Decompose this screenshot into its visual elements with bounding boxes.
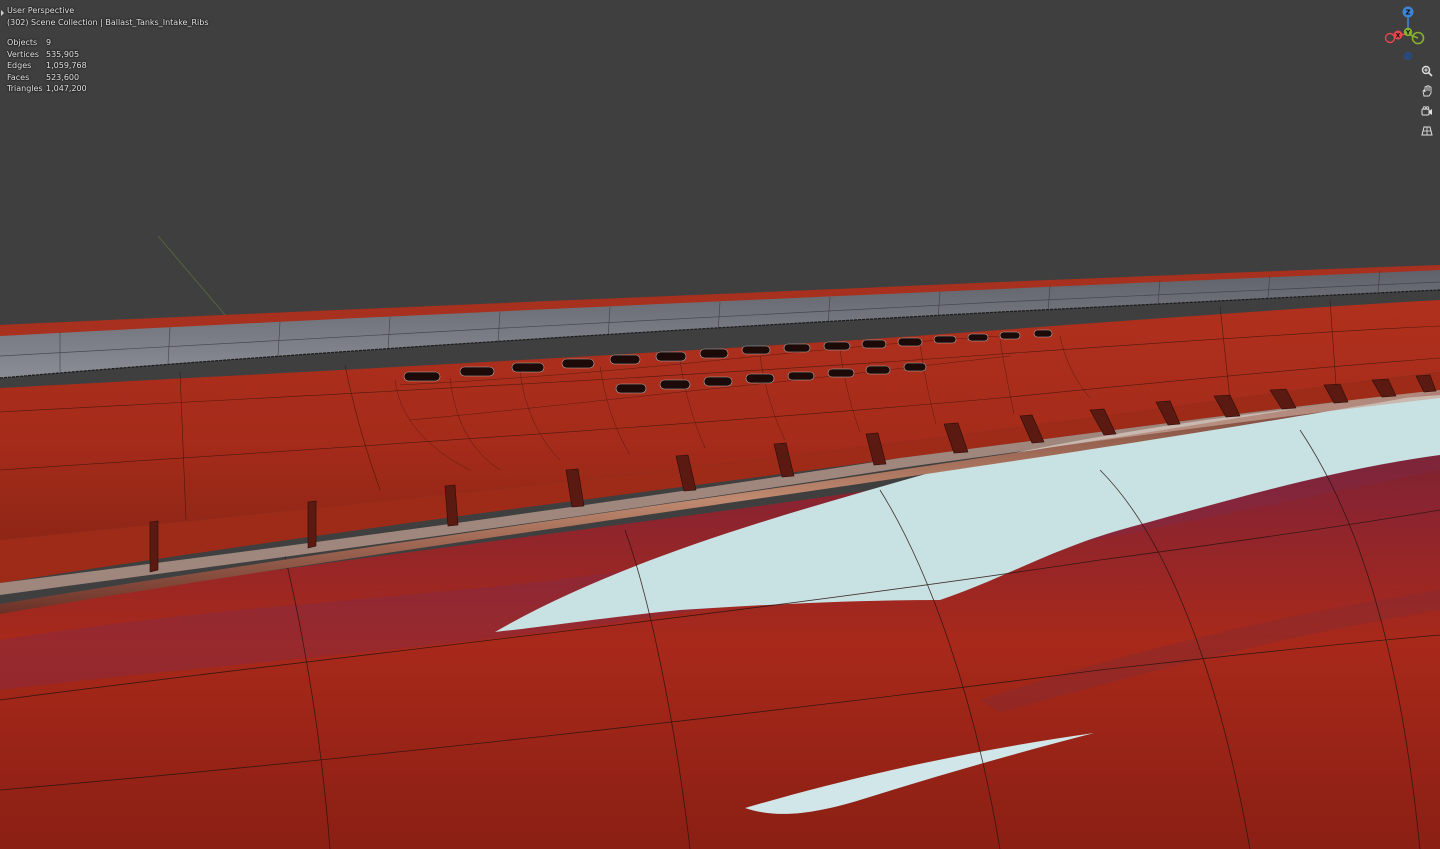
gizmo-y-label: Y (1405, 30, 1411, 37)
stat-label: Edges (7, 61, 32, 70)
3d-viewport[interactable]: User Perspective (302) Scene Collection … (0, 0, 1440, 849)
viewport-info: User Perspective (302) Scene Collection … (7, 5, 208, 28)
stat-faces: Faces 523,600 (7, 72, 87, 84)
perspective-grid-icon[interactable] (1418, 122, 1436, 140)
stat-label: Objects (7, 38, 38, 47)
stat-value: 535,905 (46, 49, 80, 59)
overlay-collapse-arrow[interactable] (1, 10, 4, 16)
collection-label: (302) Scene Collection | Ballast_Tanks_I… (7, 17, 209, 27)
stat-value: 1,047,200 (46, 84, 87, 93)
submarine-model-render[interactable] (0, 0, 1440, 849)
stat-triangles: Triangles 1,047,200 (7, 83, 87, 95)
navigation-gizmo[interactable]: Z Y X (1380, 4, 1436, 64)
stat-edges: Edges 1,059,768 (7, 60, 87, 72)
stat-label: Vertices (7, 49, 39, 59)
stat-vertices: Vertices 535,905 (7, 49, 87, 61)
pan-hand-icon[interactable] (1418, 82, 1436, 100)
stat-label: Triangles (7, 84, 43, 93)
stat-label: Faces (7, 72, 30, 82)
gizmo-x-label: X (1396, 33, 1401, 40)
zoom-icon[interactable] (1418, 62, 1436, 80)
stat-value: 1,059,768 (46, 61, 87, 70)
stat-objects: Objects 9 (7, 37, 87, 49)
stat-value: 9 (46, 38, 52, 47)
scene-statistics: Objects 9 Vertices 535,905 Edges 1,059,7… (7, 37, 87, 95)
stat-value: 523,600 (46, 72, 80, 82)
gizmo-z-negative[interactable] (1403, 51, 1413, 61)
gizmo-z-label: Z (1405, 9, 1410, 17)
gizmo-x-negative[interactable] (1384, 32, 1396, 44)
camera-view-icon[interactable] (1418, 103, 1436, 121)
view-mode-label: User Perspective (7, 6, 75, 15)
